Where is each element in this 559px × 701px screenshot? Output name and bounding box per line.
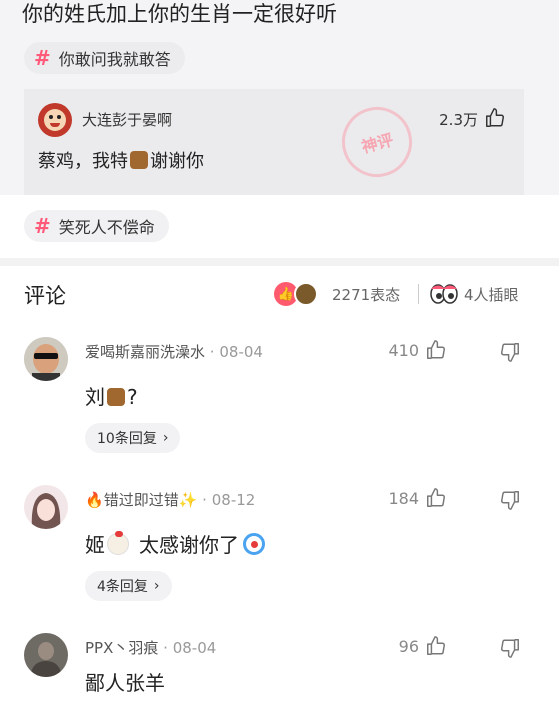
topic-chip[interactable]: # 笑死人不偿命 <box>24 210 169 242</box>
thumbs-up-icon[interactable] <box>425 487 447 509</box>
divider <box>418 284 419 304</box>
like-count: 410 <box>388 341 419 360</box>
avatar[interactable] <box>24 337 68 381</box>
sparkle-icon: ✨ <box>178 491 198 509</box>
featured-comment-like-count: 2.3万 <box>439 111 478 129</box>
thumbs-up-icon[interactable] <box>484 107 506 129</box>
section-divider <box>0 258 559 266</box>
avatar[interactable] <box>24 633 68 677</box>
chevron-right-icon: › <box>153 578 160 594</box>
username-text: 错过即过错 <box>103 491 179 509</box>
comment-text-part: 蔡鸡，我特 <box>38 151 128 172</box>
comment-text-part: 姬 <box>85 533 105 557</box>
clown-emoji-icon <box>243 533 265 555</box>
hash-icon: # <box>34 46 51 70</box>
chicken-emoji-icon <box>107 531 129 555</box>
like-count: 96 <box>398 637 419 656</box>
view-replies-button[interactable]: 4条回复 › <box>85 571 172 601</box>
username-text: PPX丶羽痕 <box>85 639 159 657</box>
topic-label: 笑死人不偿命 <box>58 218 155 237</box>
featured-comment-username[interactable]: 大连彭于晏啊 <box>82 109 172 130</box>
fire-icon: 🔥 <box>85 491 104 509</box>
thumbs-down-icon[interactable] <box>499 637 521 659</box>
featured-comment-text: 蔡鸡，我特 谢谢你 <box>38 147 204 173</box>
comment-text: 刘? <box>85 381 138 410</box>
horse-emoji-icon <box>107 388 125 406</box>
thumbs-up-icon[interactable] <box>425 339 447 361</box>
view-replies-button[interactable]: 10条回复 › <box>85 423 181 453</box>
topic-label: 你敢问我就敢答 <box>58 50 171 69</box>
comment-date: 08-04 <box>172 639 217 657</box>
thumbs-up-icon[interactable] <box>425 635 447 657</box>
featured-stamp: 神评 <box>334 99 420 185</box>
reactions-count[interactable]: 2271表态 <box>332 284 400 305</box>
helmet-reaction-icon <box>294 282 318 306</box>
horse-emoji-icon <box>130 151 148 169</box>
featured-comment[interactable]: 大连彭于晏啊 2.3万 神评 蔡鸡，我特 谢谢你 <box>24 89 524 195</box>
comment-username[interactable]: 爱喝斯嘉丽洗澡水 · 08-04 <box>85 341 263 362</box>
comment-text-part: 谢谢你 <box>150 151 204 172</box>
like-count: 184 <box>388 489 419 508</box>
username-text: 爱喝斯嘉丽洗澡水 <box>85 343 206 361</box>
avatar[interactable] <box>24 485 68 529</box>
post-card: 你的姓氏加上你的生肖一定很好听 # 你敢问我就敢答 大连彭于晏啊 2.3万 神评… <box>0 0 559 195</box>
comment-username[interactable]: 🔥错过即过错✨ · 08-12 <box>85 489 255 510</box>
comment-text: 姬 太感谢你了 <box>85 529 265 558</box>
avatar[interactable] <box>38 103 72 137</box>
comments-header: 评论 👍 2271表态 4人插眼 <box>0 268 559 320</box>
stamp-label: 神评 <box>359 130 396 157</box>
separator-dot: · <box>209 343 215 361</box>
replies-label: 4条回复 <box>97 579 148 595</box>
separator-dot: · <box>202 491 207 509</box>
comments-title: 评论 <box>24 284 66 308</box>
replies-label: 10条回复 <box>97 431 157 447</box>
comment-date: 08-12 <box>211 491 256 509</box>
topic-chip[interactable]: # 你敢问我就敢答 <box>24 42 185 74</box>
separator-dot: · <box>163 639 168 657</box>
eyes-icon[interactable] <box>430 283 458 305</box>
reactions-summary[interactable]: 👍 <box>274 282 322 308</box>
peek-count[interactable]: 4人插眼 <box>464 284 519 305</box>
thumbs-down-icon[interactable] <box>499 341 521 363</box>
comment-text-part: 太感谢你了 <box>139 533 239 557</box>
hash-icon: # <box>34 214 51 238</box>
comment-date: 08-04 <box>219 343 263 361</box>
post-title: 你的姓氏加上你的生肖一定很好听 <box>22 2 337 26</box>
chevron-right-icon: › <box>162 430 169 446</box>
comment-text-part: 刘 <box>85 385 105 409</box>
thumbs-down-icon[interactable] <box>499 489 521 511</box>
comment-username[interactable]: PPX丶羽痕 · 08-04 <box>85 637 216 658</box>
comment-text-part: ? <box>127 385 138 409</box>
comment-text: 鄙人张羊 <box>85 671 165 695</box>
